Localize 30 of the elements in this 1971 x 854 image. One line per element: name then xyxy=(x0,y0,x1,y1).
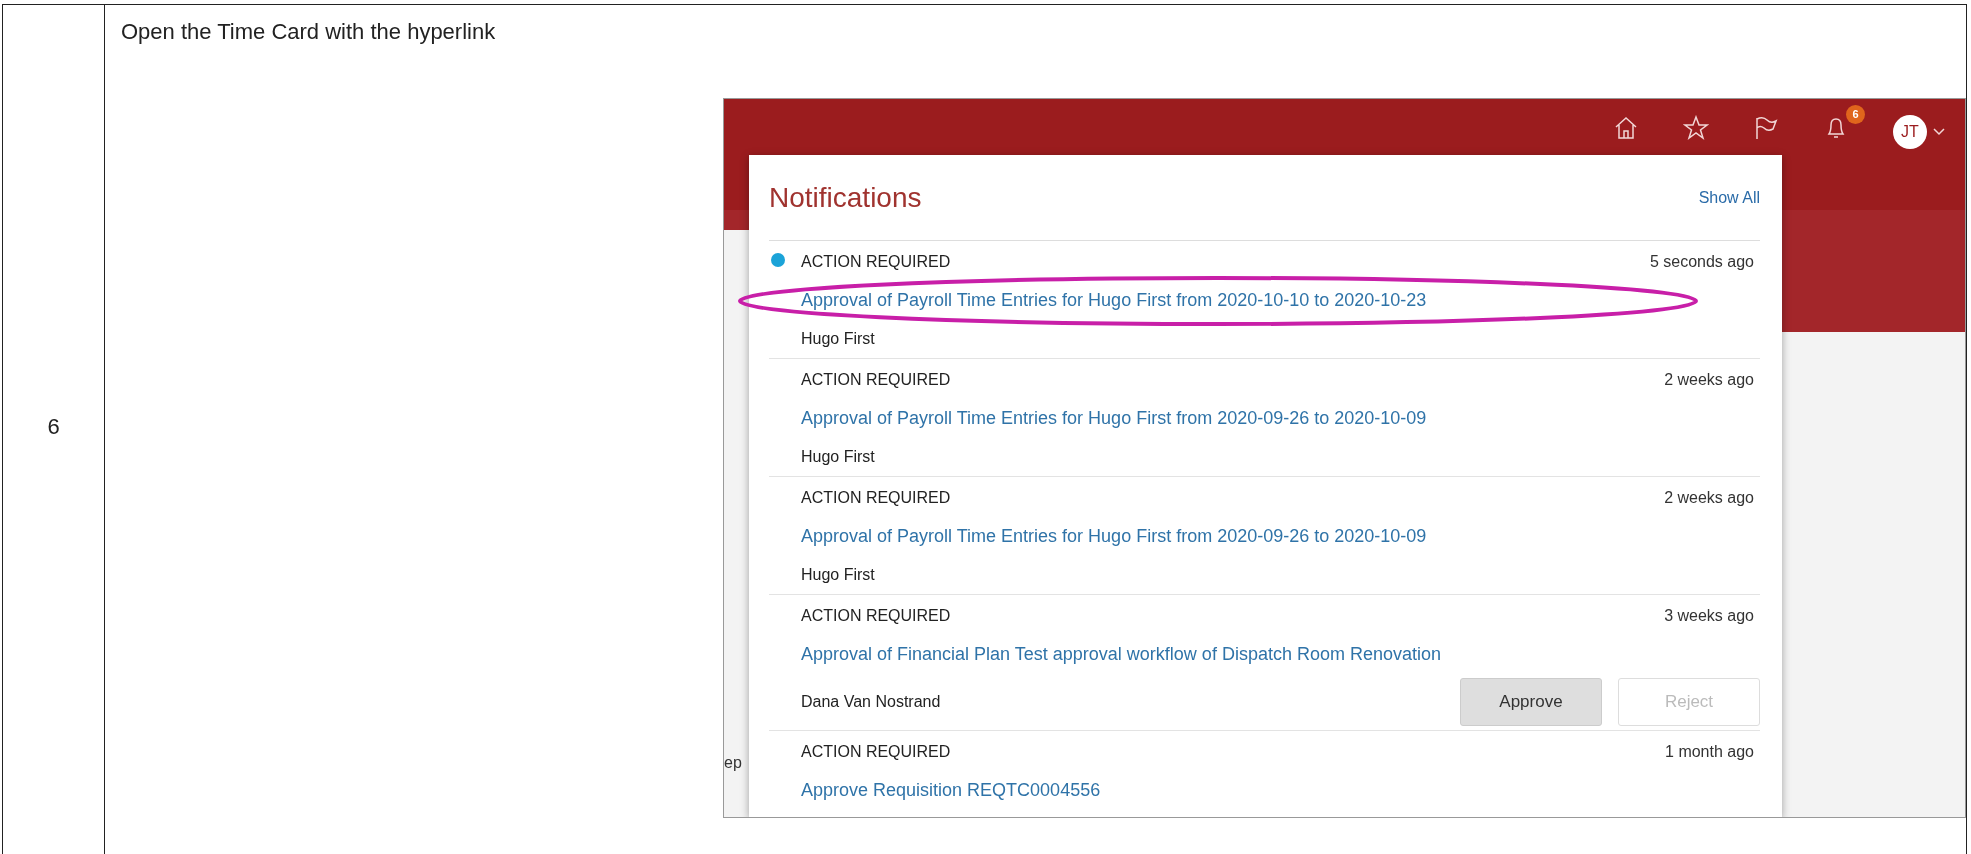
notification-sender: Hugo First xyxy=(801,565,875,585)
flag-icon[interactable] xyxy=(1753,115,1779,141)
notification-label: ACTION REQUIRED xyxy=(801,742,951,762)
notification-label: ACTION REQUIRED xyxy=(801,606,951,626)
notification-link[interactable]: Approval of Financial Plan Test approval workflow of Dispatch Room Renovation xyxy=(801,641,1441,668)
home-icon[interactable] xyxy=(1613,115,1639,141)
notification-link[interactable]: Approval of Payroll Time Entries for Hugo First from 2020-09-26 to 2020-10-09 xyxy=(801,405,1427,432)
notification-time: 2 weeks ago xyxy=(1664,488,1755,508)
step-instruction: Open the Time Card with the hyperlink xyxy=(121,18,496,46)
notification-time: 1 month ago xyxy=(1665,742,1755,762)
caret-icon[interactable] xyxy=(1933,128,1945,136)
notification-sender: Hugo First xyxy=(801,447,875,467)
notification-time: 5 seconds ago xyxy=(1649,252,1755,272)
notification-time: 2 weeks ago xyxy=(1664,370,1755,390)
step-number: 6 xyxy=(47,413,60,441)
notification-label: ACTION REQUIRED xyxy=(801,370,951,390)
notification-label: ACTION REQUIRED xyxy=(801,488,951,508)
background-text: ep xyxy=(724,753,742,773)
notification-link[interactable]: Approval of Payroll Time Entries for Hugo First from 2020-09-26 to 2020-10-09 xyxy=(801,523,1427,550)
approve-button[interactable]: Approve xyxy=(1460,678,1602,726)
show-all-link[interactable]: Show All xyxy=(1698,185,1760,210)
notification-link[interactable]: Approve Requisition REQTC0004556 xyxy=(801,777,1101,804)
notification-sender: Dana Van Nostrand xyxy=(801,692,941,712)
notification-sender: Hugo First xyxy=(801,329,875,349)
notification-badge: 6 xyxy=(1846,105,1865,124)
user-avatar[interactable]: JT xyxy=(1893,115,1927,149)
panel-title: Notifications xyxy=(769,180,922,215)
notification-label: ACTION REQUIRED xyxy=(801,252,951,272)
star-icon[interactable] xyxy=(1683,115,1709,141)
notification-time: 3 weeks ago xyxy=(1664,606,1755,626)
